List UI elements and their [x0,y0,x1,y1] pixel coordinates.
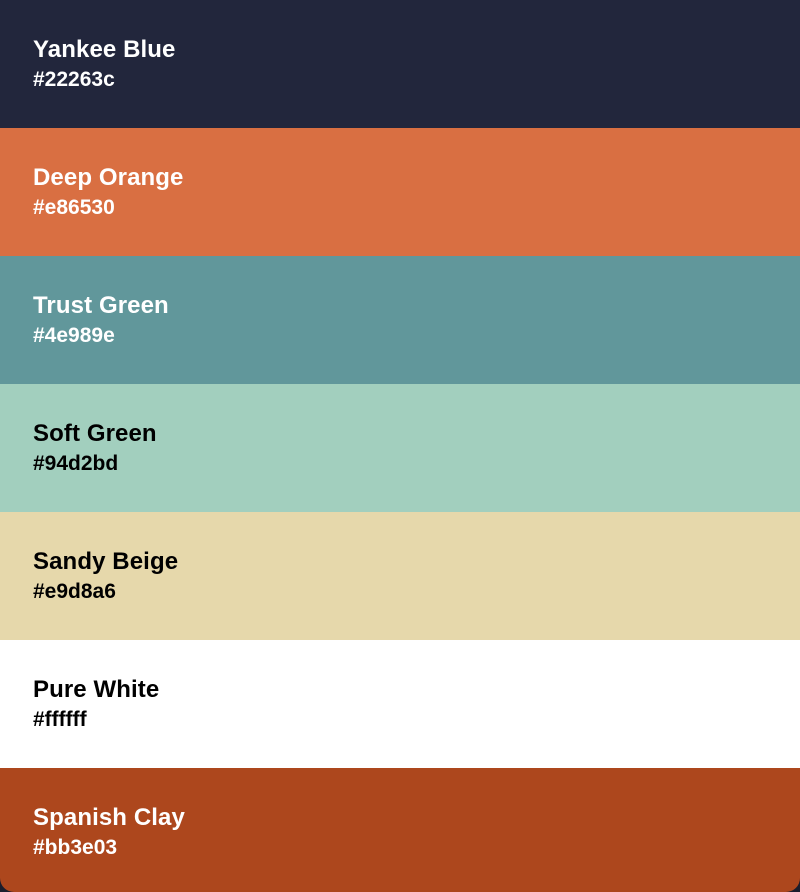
swatch-hex-code: #bb3e03 [33,836,118,859]
swatch-name: Sandy Beige [33,548,179,575]
swatch-name: Pure White [33,676,160,703]
swatch-pure-white[interactable]: Pure White #ffffff [0,640,800,768]
swatch-hex-code: #ffffff [33,708,87,731]
swatch-hex-code: #e86530 [33,196,115,219]
swatch-hex-code: #e9d8a6 [33,580,116,603]
swatch-trust-green[interactable]: Trust Green #4e989e [0,256,800,384]
swatch-hex-code: #94d2bd [33,452,119,475]
swatch-name: Yankee Blue [33,36,176,63]
color-palette: Yankee Blue #22263c Deep Orange #e86530 … [0,0,800,892]
swatch-soft-green[interactable]: Soft Green #94d2bd [0,384,800,512]
swatch-hex-code: #22263c [33,68,115,91]
swatch-name: Deep Orange [33,164,184,191]
swatch-sandy-beige[interactable]: Sandy Beige #e9d8a6 [0,512,800,640]
swatch-hex-code: #4e989e [33,324,115,347]
swatch-name: Spanish Clay [33,804,185,831]
swatch-deep-orange[interactable]: Deep Orange #e86530 [0,128,800,256]
swatch-name: Trust Green [33,292,169,319]
swatch-yankee-blue[interactable]: Yankee Blue #22263c [0,0,800,128]
swatch-name: Soft Green [33,420,157,447]
swatch-spanish-clay[interactable]: Spanish Clay #bb3e03 [0,768,800,892]
